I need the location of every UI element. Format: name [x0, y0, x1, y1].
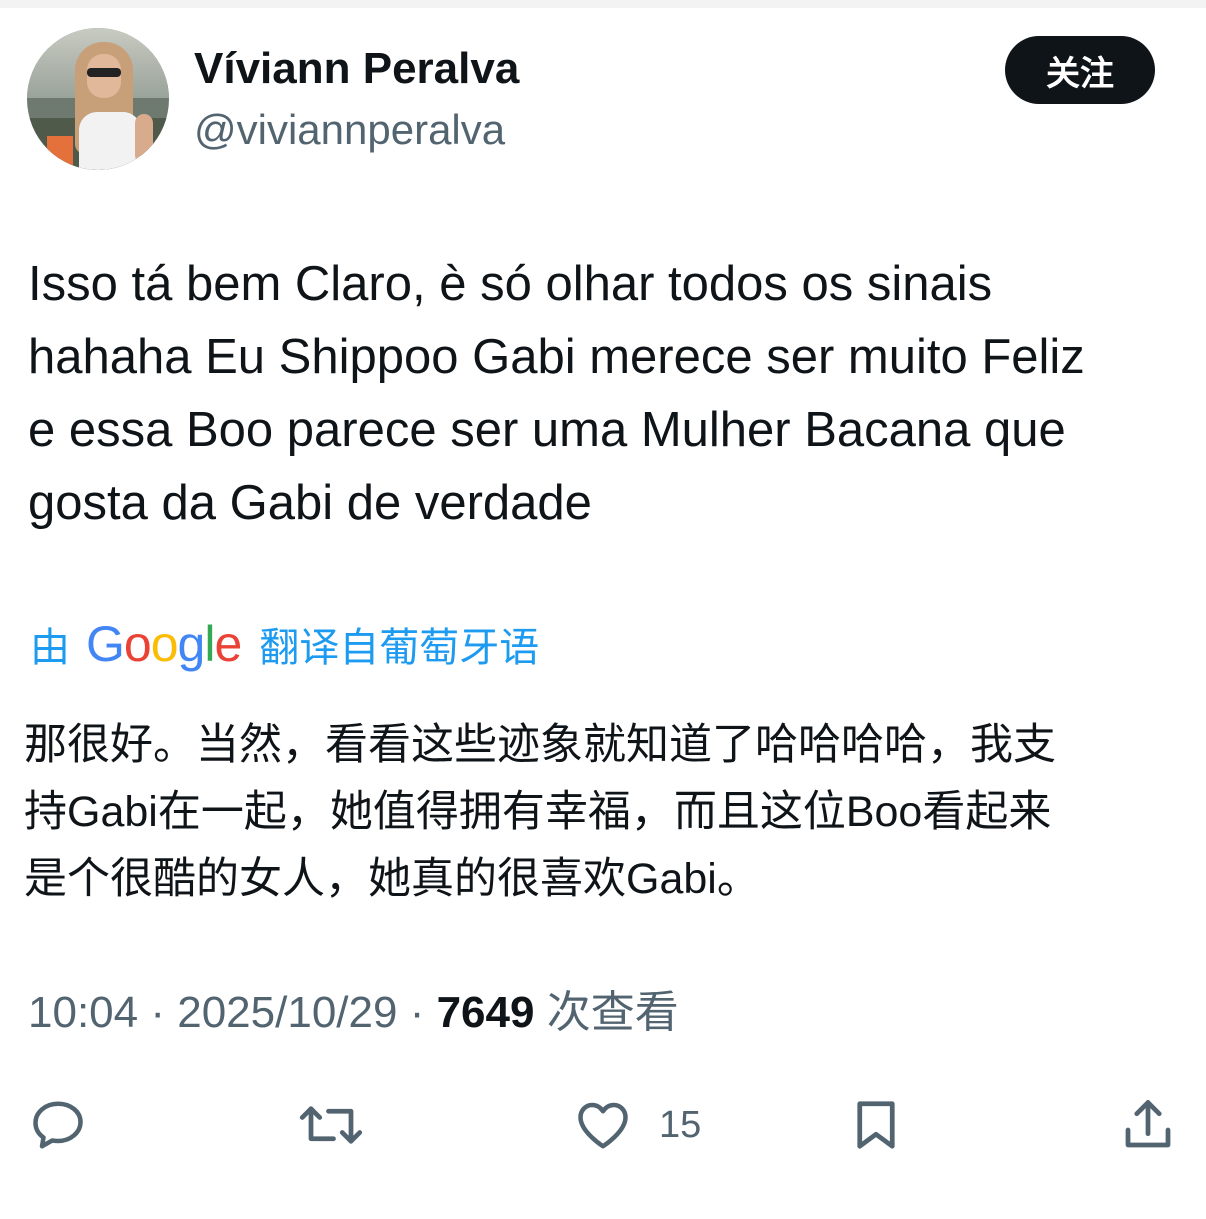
retweet-icon [299, 1106, 363, 1144]
translated-text-line: 持Gabi在一起，她值得拥有幸福，而且这位Boo看起来 [24, 788, 1052, 836]
tweet-time[interactable]: 10:04 [28, 988, 138, 1037]
follow-button[interactable]: 关注 [1005, 36, 1155, 104]
reply-button[interactable] [28, 1090, 88, 1160]
bookmark-button[interactable] [846, 1090, 906, 1160]
tweet-text-line: e essa Boo parece ser uma Mulher Bacana … [28, 403, 1066, 457]
view-count[interactable]: 7649 [437, 988, 535, 1037]
reply-icon [33, 1101, 83, 1149]
top-divider [0, 0, 1206, 8]
translated-prefix: 由 [30, 626, 70, 670]
avatar[interactable] [27, 28, 169, 170]
tweet-text-line: hahaha Eu Shippoo Gabi merece ser muito … [28, 330, 1085, 384]
tweet-meta: 10:04 · 2025/10/29 · 7649 次查看 [28, 984, 679, 1042]
translated-text-line: 是个很酷的女人，她真的很喜欢Gabi。 [24, 855, 760, 903]
display-name[interactable]: Víviann Peralva [194, 42, 519, 96]
meta-separator: · [409, 988, 425, 1037]
tweet-text: Isso tá bem Claro, è só olhar todos os s… [28, 248, 1188, 540]
translated-by-google-link[interactable]: 由 Google 翻译自葡萄牙语 [30, 614, 539, 674]
bookmark-icon [857, 1101, 895, 1149]
translated-text-line: 那很好。当然，看看这些迹象就知道了哈哈哈哈，我支 [24, 721, 1056, 769]
translated-text: 那很好。当然，看看这些迹象就知道了哈哈哈哈，我支 持Gabi在一起，她值得拥有幸… [24, 712, 1194, 913]
google-logo: Google [86, 616, 242, 672]
views-label: 次查看 [546, 988, 679, 1037]
heart-icon [578, 1102, 628, 1149]
like-count: 15 [659, 1103, 702, 1146]
tweet-text-line: Isso tá bem Claro, è só olhar todos os s… [28, 257, 993, 311]
share-icon [1125, 1100, 1171, 1148]
translated-suffix: 翻译自葡萄牙语 [259, 626, 540, 670]
retweet-button[interactable] [298, 1090, 364, 1160]
tweet-date[interactable]: 2025/10/29 [177, 988, 397, 1037]
action-bar: 15 [0, 1090, 1206, 1160]
like-button[interactable]: 15 [573, 1090, 701, 1160]
tweet-text-line: gosta da Gabi de verdade [28, 476, 592, 530]
meta-separator: · [150, 988, 165, 1037]
user-handle[interactable]: @viviannperalva [194, 104, 505, 156]
share-button[interactable] [1118, 1090, 1178, 1160]
